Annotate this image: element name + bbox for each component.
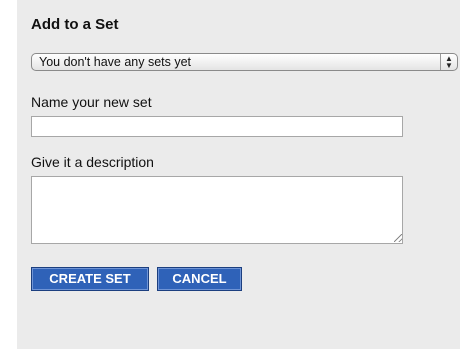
arrow-down-icon: ▼ (445, 61, 453, 70)
select-arrows-icon: ▲ ▼ (440, 54, 457, 70)
set-select[interactable]: You don't have any sets yet ▲ ▼ (31, 53, 458, 71)
create-set-button[interactable]: CREATE SET (31, 267, 149, 291)
set-select-value: You don't have any sets yet (39, 55, 192, 69)
name-field-label: Name your new set (31, 94, 152, 110)
set-description-textarea[interactable] (31, 176, 403, 244)
cancel-button[interactable]: CANCEL (157, 267, 242, 291)
set-name-input[interactable] (31, 116, 403, 137)
resize-grip-icon[interactable] (394, 234, 402, 242)
description-field-label: Give it a description (31, 154, 154, 170)
add-to-set-dialog: Add to a Set You don't have any sets yet… (17, 0, 460, 349)
dialog-title: Add to a Set (31, 16, 119, 33)
